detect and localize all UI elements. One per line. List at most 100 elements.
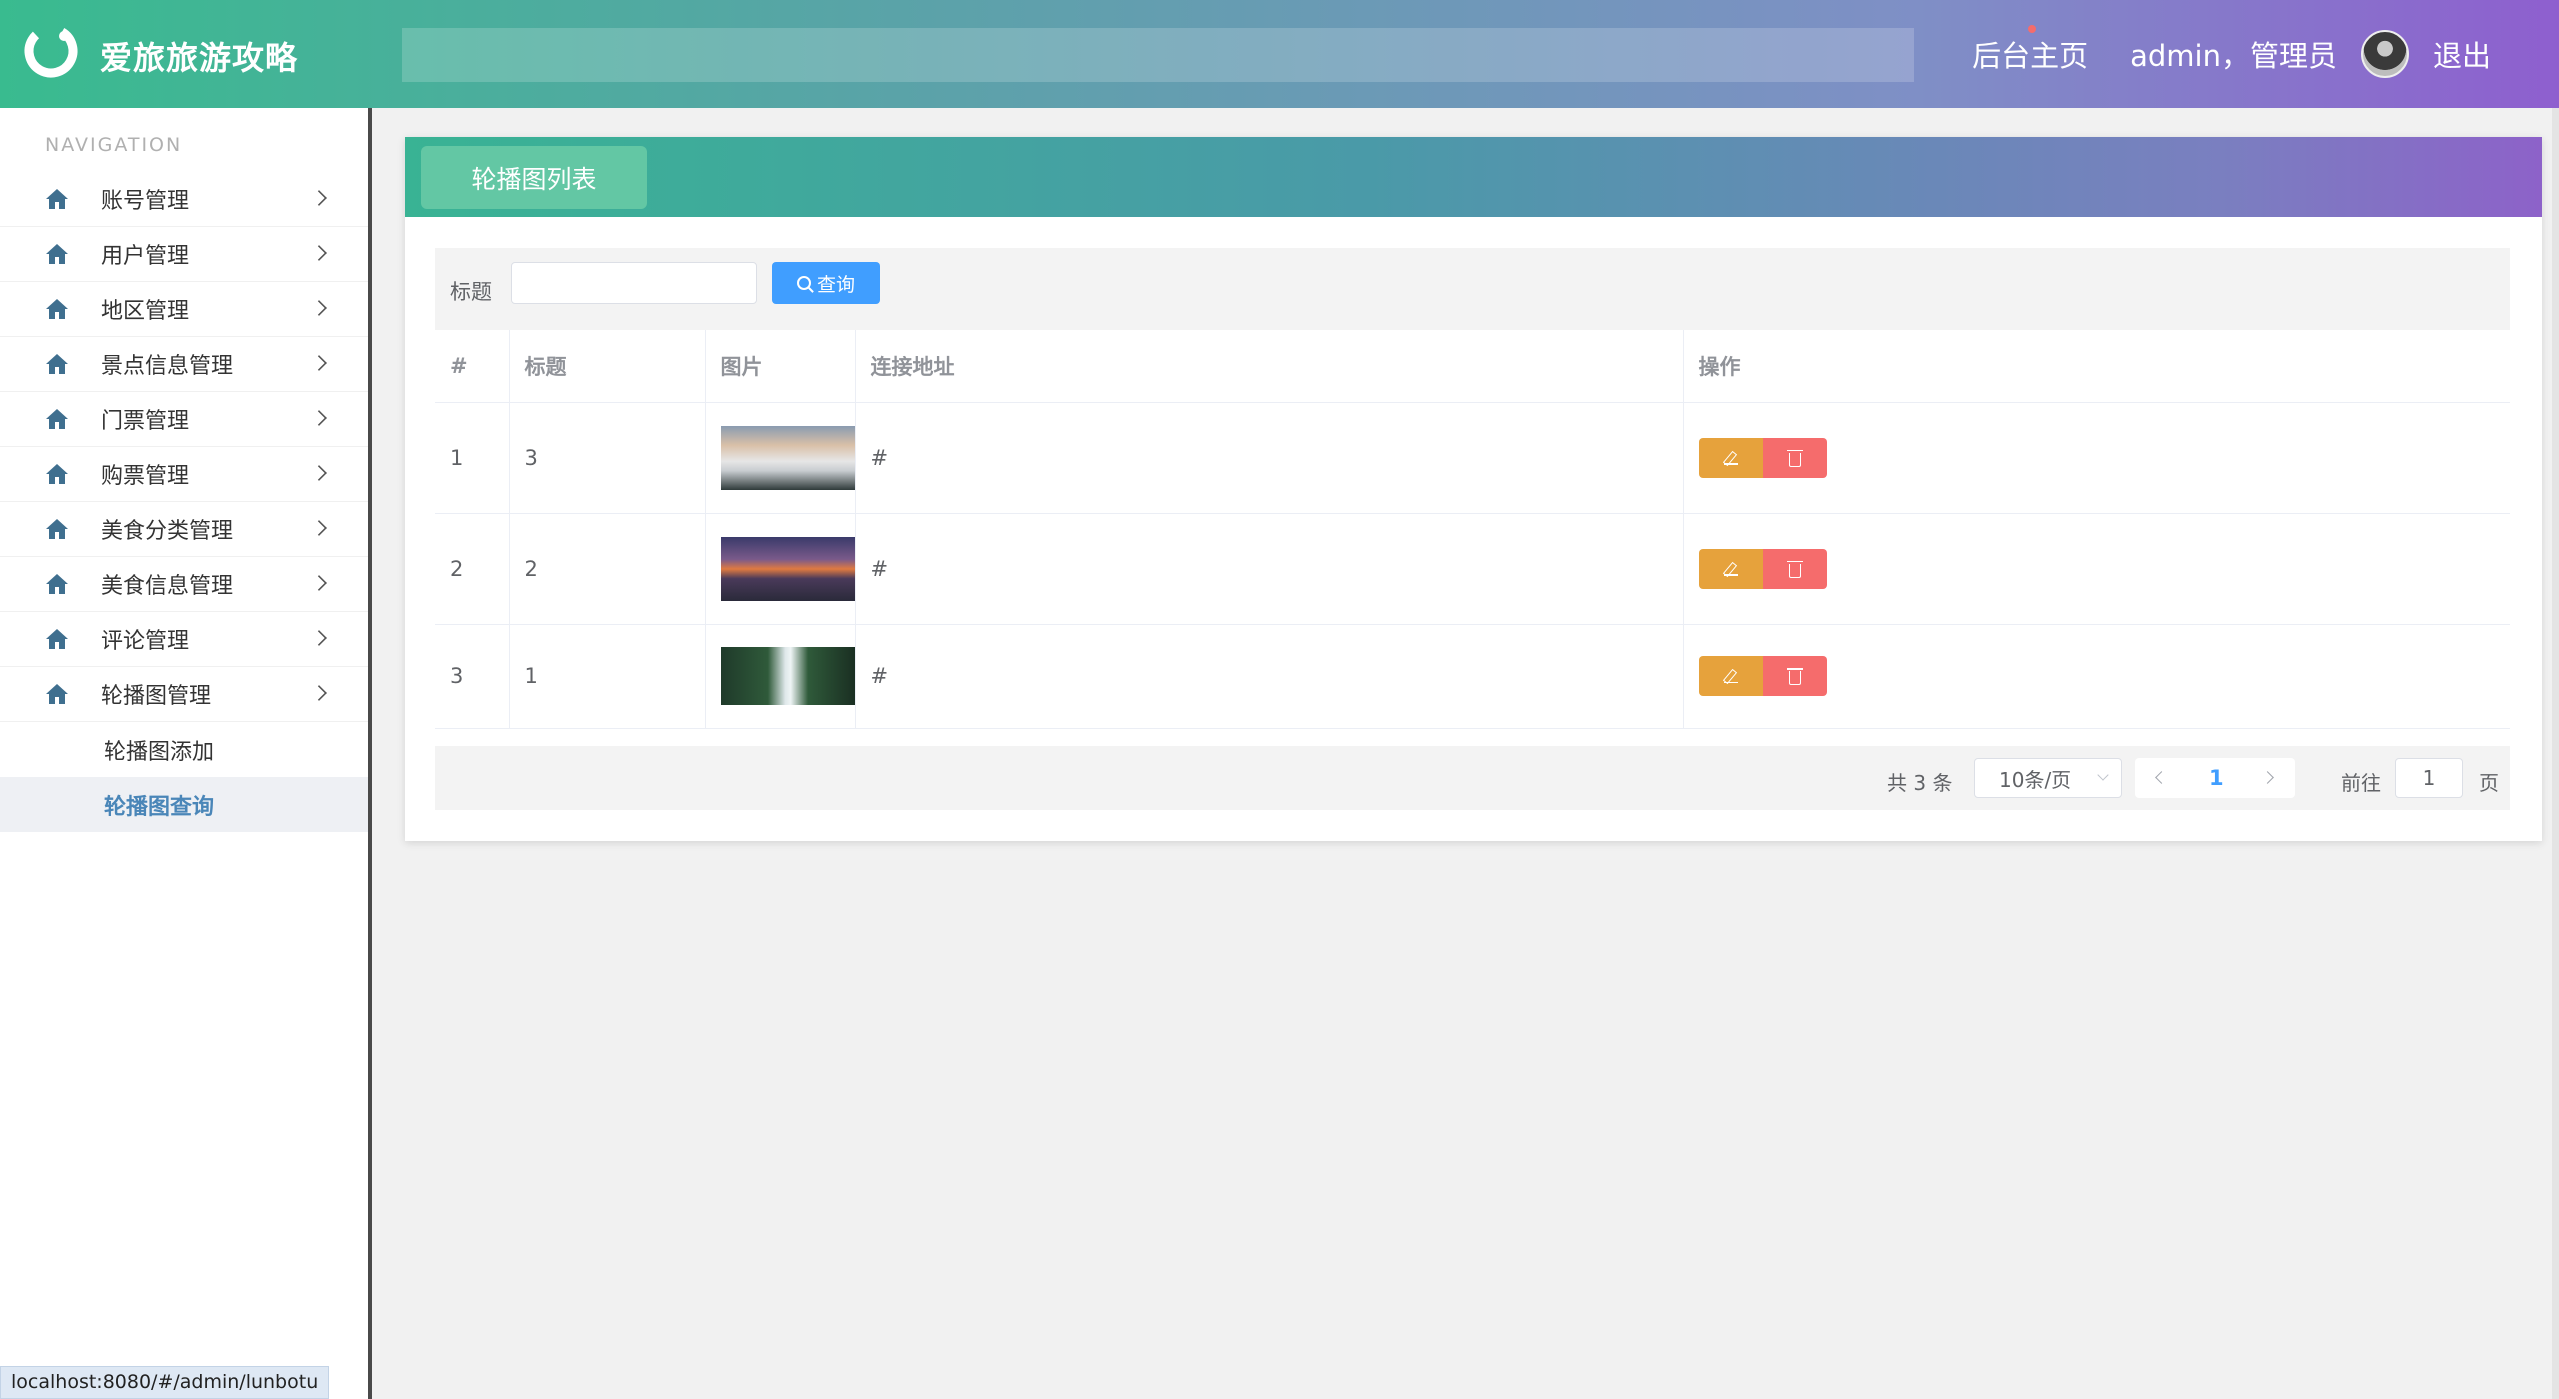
sidebar-item[interactable]: 购票管理 [0,447,368,502]
chevron-right-icon [311,300,327,316]
sidebar-subitem[interactable]: 轮播图添加 [0,722,368,777]
sidebar-item[interactable]: 评论管理 [0,612,368,667]
trash-icon [1786,449,1803,467]
goto-page-input[interactable]: 1 [2395,758,2463,798]
table-row: 2 2 # [435,513,2510,625]
home-icon [44,242,70,266]
table-row: 3 1 # [435,624,2510,729]
row-actions [1683,624,2510,729]
chevron-right-icon [311,630,327,646]
sidebar-item-label: 美食分类管理 [101,519,234,544]
sidebar-item-label: 地区管理 [101,299,190,324]
edit-icon [1723,669,1738,683]
home-icon [44,627,70,651]
row-actions [1683,402,2510,514]
row-image-cell [705,402,856,514]
user-greeting: admin，管理员 [2130,39,2337,73]
row-link: # [855,624,1684,729]
sidebar-item[interactable]: 景点信息管理 [0,337,368,392]
search-bar: 标题 查询 [435,248,2510,330]
pager-nav: 1 [2135,758,2295,798]
sidebar-item-label: 门票管理 [101,409,190,434]
sidebar-item[interactable]: 用户管理 [0,227,368,282]
search-button[interactable]: 查询 [772,262,880,304]
home-icon [44,682,70,706]
sidebar-item[interactable]: 地区管理 [0,282,368,337]
sidebar-item-label: 轮播图管理 [101,684,212,709]
prev-page-icon[interactable] [2155,771,2168,784]
delete-button[interactable] [1762,437,1827,478]
header-actions: 后台主页 admin，管理员 退出 [1972,25,2491,83]
row-index: 1 [435,402,510,514]
search-icon [796,276,811,290]
goto-label: 前往 [2341,771,2381,795]
chevron-right-icon [311,685,327,701]
row-index: 3 [435,624,510,729]
sidebar-subitem[interactable]: 轮播图查询 [0,777,368,832]
sidebar-item[interactable]: 账号管理 [0,172,368,227]
chevron-right-icon [311,355,327,371]
edit-button[interactable] [1698,437,1763,478]
avatar[interactable] [2360,30,2409,78]
sidebar-item[interactable]: 轮播图管理 [0,667,368,722]
row-image-cell [705,624,856,729]
sunset-mountains-thumbnail[interactable] [720,536,855,601]
edit-icon [1723,562,1738,576]
home-icon [44,572,70,596]
col-title: 标题 [509,330,706,403]
row-title: 3 [509,402,706,514]
card-header: 轮播图列表 [405,137,2542,217]
sidebar-item[interactable]: 美食信息管理 [0,557,368,612]
logo-icon [24,24,78,78]
col-index: # [435,330,510,403]
home-link[interactable]: 后台主页 [1972,25,2089,75]
delete-button[interactable] [1762,548,1827,589]
next-page-icon[interactable] [2261,771,2274,784]
waterfall-thumbnail[interactable] [720,647,855,705]
notification-dot [2028,25,2037,33]
chevron-right-icon [311,410,327,426]
status-bar-url: localhost:8080/#/admin/lunbotu [0,1366,330,1399]
home-icon [44,352,70,376]
nav-title: NAVIGATION [45,134,183,156]
page-suffix: 页 [2479,771,2499,795]
table-row: 1 3 # [435,402,2510,514]
logout-link[interactable]: 退出 [2433,33,2491,75]
tab-carousel-list[interactable]: 轮播图列表 [421,146,647,209]
sidebar-item[interactable]: 美食分类管理 [0,502,368,557]
top-header: 爱旅旅游攻略 后台主页 admin，管理员 退出 [0,0,2559,108]
col-link: 连接地址 [855,330,1684,403]
scrollbar[interactable] [2552,108,2559,1399]
chevron-right-icon [311,465,327,481]
row-actions [1683,513,2510,625]
current-page[interactable]: 1 [2209,766,2224,790]
chevron-down-icon [2097,769,2109,781]
row-index: 2 [435,513,510,625]
home-icon [44,517,70,541]
mountain-clouds-thumbnail[interactable] [720,425,855,490]
sidebar-item-label: 用户管理 [101,244,190,269]
brand-title: 爱旅旅游攻略 [100,39,299,77]
page-size-value: 10条/页 [1999,767,2072,792]
pagination-total: 共 3 条 [1887,771,1953,795]
chevron-right-icon [311,520,327,536]
main-card: 轮播图列表 标题 查询 # 标题 图片 连接地址 操作 1 3 # 2 2 # … [405,137,2542,841]
page-size-select[interactable]: 10条/页 [1974,758,2122,798]
trash-icon [1786,560,1803,578]
home-link-label: 后台主页 [1972,39,2089,73]
sidebar-item-label: 评论管理 [101,629,190,654]
col-actions: 操作 [1683,330,2510,403]
sidebar-item[interactable]: 门票管理 [0,392,368,447]
search-label: 标题 [450,280,492,304]
row-title: 2 [509,513,706,625]
edit-button[interactable] [1698,656,1763,696]
edit-button[interactable] [1698,548,1763,589]
search-button-label: 查询 [816,273,855,296]
trash-icon [1786,668,1803,685]
sidebar-item-label: 景点信息管理 [101,354,234,379]
row-link: # [855,513,1684,625]
carousel-table: # 标题 图片 连接地址 操作 1 3 # 2 2 # 3 1 # [435,330,2510,729]
title-search-input[interactable] [511,262,757,304]
chevron-right-icon [311,190,327,206]
delete-button[interactable] [1762,656,1827,696]
